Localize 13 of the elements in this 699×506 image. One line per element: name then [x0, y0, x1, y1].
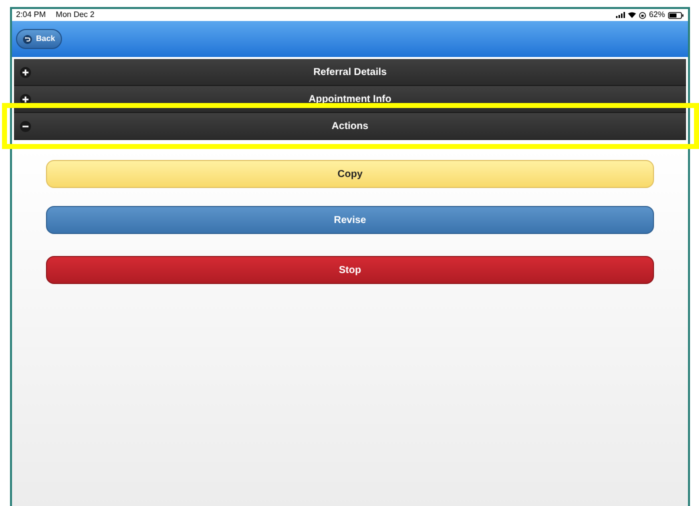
signal-icon: [616, 12, 625, 18]
battery-percent: 62%: [648, 9, 665, 21]
action-button[interactable]: Stop: [46, 256, 654, 284]
action-button[interactable]: Revise: [46, 206, 654, 234]
undo-arrow-icon: [23, 34, 32, 44]
action-button[interactable]: Copy: [46, 160, 654, 188]
accordion-header[interactable]: Referral Details: [14, 59, 686, 86]
wifi-icon: [628, 12, 636, 18]
accordion-header[interactable]: Actions: [14, 113, 686, 140]
status-date: Mon Dec 2: [56, 9, 94, 21]
battery-icon: [668, 12, 684, 18]
status-time: 2:04 PM: [16, 9, 46, 21]
back-button[interactable]: Back: [16, 29, 62, 49]
